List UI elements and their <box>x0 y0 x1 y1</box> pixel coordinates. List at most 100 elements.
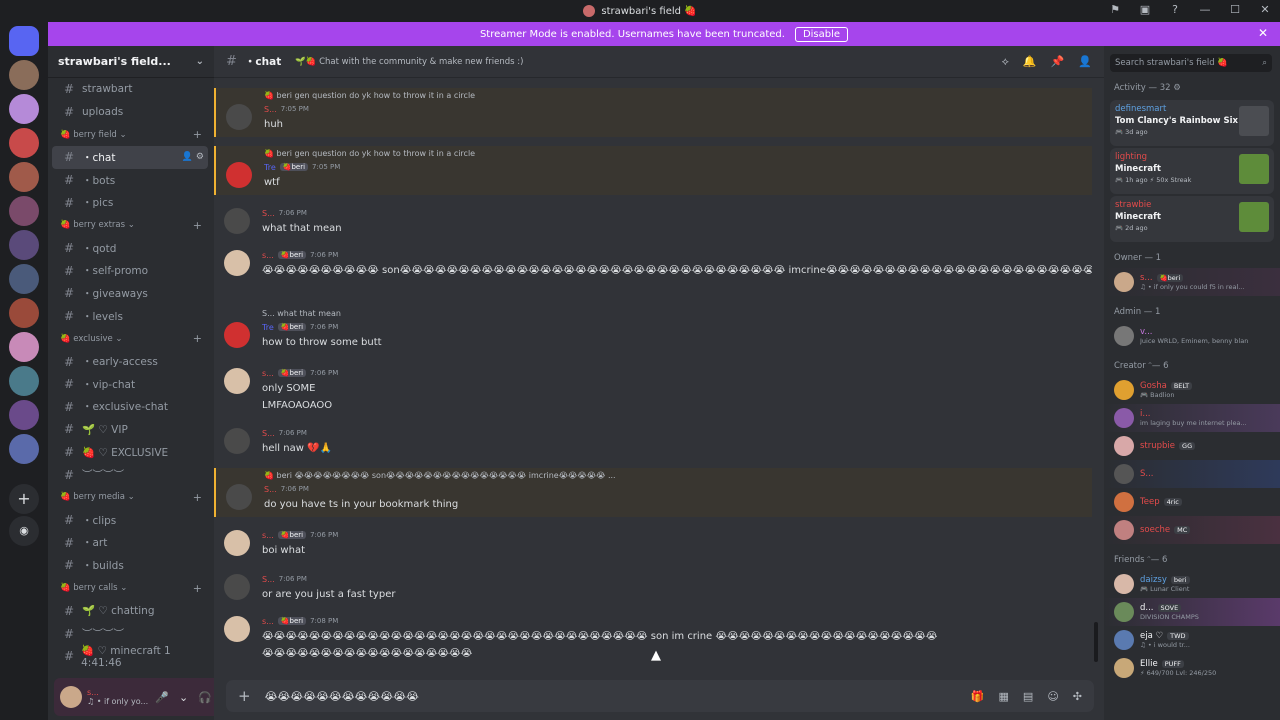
channel-item[interactable]: # ・levels <box>52 305 208 328</box>
channel-item[interactable]: # ・exclusive-chat <box>52 396 208 419</box>
server-icon[interactable] <box>9 128 39 158</box>
server-header[interactable]: strawbari's field... ⌄ <box>48 46 214 78</box>
server-icon[interactable] <box>9 230 39 260</box>
avatar[interactable] <box>224 428 250 454</box>
author-name[interactable]: s... <box>262 617 274 626</box>
avatar[interactable] <box>224 208 250 234</box>
author-name[interactable]: S... <box>264 485 277 494</box>
avatar[interactable] <box>226 484 252 510</box>
author-name[interactable]: Tre <box>264 163 276 172</box>
channel-item[interactable]: # ・clips <box>52 509 208 532</box>
member-item[interactable]: eja ♡ TWD ♫ • i would tr... <box>1104 626 1280 654</box>
channel-item[interactable]: # ︶︶︶︶ <box>52 622 208 645</box>
category-header[interactable]: 🍓 berry media ⌄ + <box>48 486 214 509</box>
composer-icon[interactable]: ▤ <box>1023 690 1033 703</box>
author-name[interactable]: S... <box>262 429 275 438</box>
server-icon[interactable] <box>9 196 39 226</box>
user-control-icon[interactable]: 🎧 <box>198 691 212 704</box>
member-item[interactable]: i... im laging buy me internet plea... <box>1104 404 1280 432</box>
server-icon[interactable] <box>9 162 39 192</box>
avatar[interactable] <box>224 368 250 394</box>
add-channel-icon[interactable]: + <box>193 491 214 504</box>
avatar[interactable] <box>226 104 252 130</box>
settings-icon[interactable]: 👤 ⚙ <box>182 152 208 162</box>
header-icon[interactable]: ⟡ <box>1002 55 1009 69</box>
search-input[interactable]: Search strawbari's field 🍓 ⌕ <box>1110 54 1272 72</box>
channel-item[interactable]: # uploads <box>52 101 208 124</box>
channel-item[interactable]: # ・giveaways <box>52 282 208 305</box>
member-item[interactable]: v... Juice WRLD, Eminem, benny blan <box>1104 322 1280 350</box>
member-item[interactable]: daizsy beri 🎮 Lunar Client <box>1104 570 1280 598</box>
add-channel-icon[interactable]: + <box>193 582 214 595</box>
channel-item[interactable]: # ・builds <box>52 554 208 577</box>
header-icon[interactable]: 🔔 <box>1023 55 1037 69</box>
category-header[interactable]: 🍓 berry extras ⌄ + <box>48 214 214 237</box>
window-control-icon[interactable]: ▣ <box>1130 3 1160 16</box>
avatar[interactable] <box>224 250 250 276</box>
avatar[interactable] <box>60 686 82 708</box>
header-icon[interactable]: 👤 <box>1078 55 1092 69</box>
header-icon[interactable]: 📌 <box>1051 55 1065 69</box>
server-icon[interactable] <box>9 298 39 328</box>
channel-item[interactable]: # ・chat 👤 ⚙ <box>52 146 208 169</box>
channel-item[interactable]: # 🌱 ♡ chatting <box>52 600 208 623</box>
server-icon[interactable] <box>9 264 39 294</box>
window-control-icon[interactable]: ⚑ <box>1100 3 1130 16</box>
window-control-icon[interactable]: ☐ <box>1220 3 1250 16</box>
author-name[interactable]: s... <box>262 369 274 378</box>
category-header[interactable]: 🍓 berry calls ⌄ + <box>48 577 214 600</box>
member-item[interactable]: Ellie PUFF ⚡ 649/700 Lvl: 246/250 <box>1104 654 1280 682</box>
composer-icon[interactable]: ✣ <box>1073 690 1082 703</box>
author-name[interactable]: s... <box>262 251 274 260</box>
user-control-icon[interactable]: 🎤 <box>155 691 169 704</box>
composer-icon[interactable]: ▦ <box>999 690 1009 703</box>
composer-icon[interactable]: ☺ <box>1047 690 1058 703</box>
add-channel-icon[interactable]: + <box>193 219 214 232</box>
message-composer[interactable]: + 😭😭😭😭😭😭😭😭😭😭😭😭 🎁 ▦ ▤ ☺ ✣ <box>226 680 1094 712</box>
member-item[interactable]: Teep 4ric <box>1104 488 1280 516</box>
author-name[interactable]: S... <box>262 209 275 218</box>
composer-icon[interactable]: 🎁 <box>971 690 985 703</box>
channel-item[interactable]: # ・art <box>52 532 208 555</box>
add-server-icon[interactable]: + <box>9 484 39 514</box>
channel-item[interactable]: # strawbart <box>52 78 208 101</box>
category-header[interactable]: 🍓 berry field ⌄ + <box>48 123 214 146</box>
member-item[interactable]: S... <box>1104 460 1280 488</box>
avatar[interactable] <box>224 574 250 600</box>
author-name[interactable]: S... <box>264 105 277 114</box>
channel-item[interactable]: # ・self-promo <box>52 260 208 283</box>
add-attachment-icon[interactable]: + <box>238 687 251 705</box>
channel-item[interactable]: # ・qotd <box>52 237 208 260</box>
discover-icon[interactable]: ◉ <box>9 516 39 546</box>
reply-preview[interactable]: 🍓 beri 😭😭😭😭😭😭😭😭 son😭😭😭😭😭😭😭😭😭😭😭😭😭😭😭 imcri… <box>264 468 1092 482</box>
channel-item[interactable]: # ・pics <box>52 191 208 214</box>
user-control-icon[interactable]: ⌄ <box>179 691 188 704</box>
server-icon[interactable] <box>9 60 39 90</box>
channel-item[interactable]: # 🍓 ♡ minecraft 1 4:41:46 <box>52 645 208 669</box>
close-icon[interactable]: ✕ <box>1258 26 1268 40</box>
scrollbar[interactable] <box>1094 622 1098 662</box>
author-name[interactable]: s... <box>262 531 274 540</box>
category-header[interactable]: 🍓 exclusive ⌄ + <box>48 327 214 350</box>
message-input[interactable]: 😭😭😭😭😭😭😭😭😭😭😭😭 <box>265 690 419 703</box>
server-icon[interactable] <box>9 332 39 362</box>
channel-item[interactable]: # 🌱 ♡ VIP <box>52 418 208 441</box>
add-channel-icon[interactable]: + <box>193 128 214 141</box>
disable-button[interactable]: Disable <box>794 26 849 42</box>
member-item[interactable]: strupbie GG <box>1104 432 1280 460</box>
avatar[interactable] <box>224 322 250 348</box>
author-name[interactable]: S... <box>262 575 275 584</box>
author-name[interactable]: Tre <box>262 323 274 332</box>
reply-preview[interactable]: S... what that mean <box>262 306 1092 320</box>
channel-item[interactable]: # ・early-access <box>52 350 208 373</box>
activity-card[interactable]: lighting Minecraft 🎮 1h ago ⚡ 50x Streak <box>1110 148 1274 194</box>
window-control-icon[interactable]: ✕ <box>1250 3 1280 16</box>
add-channel-icon[interactable]: + <box>193 332 214 345</box>
avatar[interactable] <box>224 530 250 556</box>
avatar[interactable] <box>224 616 250 642</box>
window-control-icon[interactable]: — <box>1190 3 1220 16</box>
channel-item[interactable]: # ・bots <box>52 169 208 192</box>
server-icon[interactable] <box>9 366 39 396</box>
activity-card[interactable]: strawbie Minecraft 🎮 2d ago <box>1110 196 1274 242</box>
channel-item[interactable]: # ・vip-chat <box>52 373 208 396</box>
